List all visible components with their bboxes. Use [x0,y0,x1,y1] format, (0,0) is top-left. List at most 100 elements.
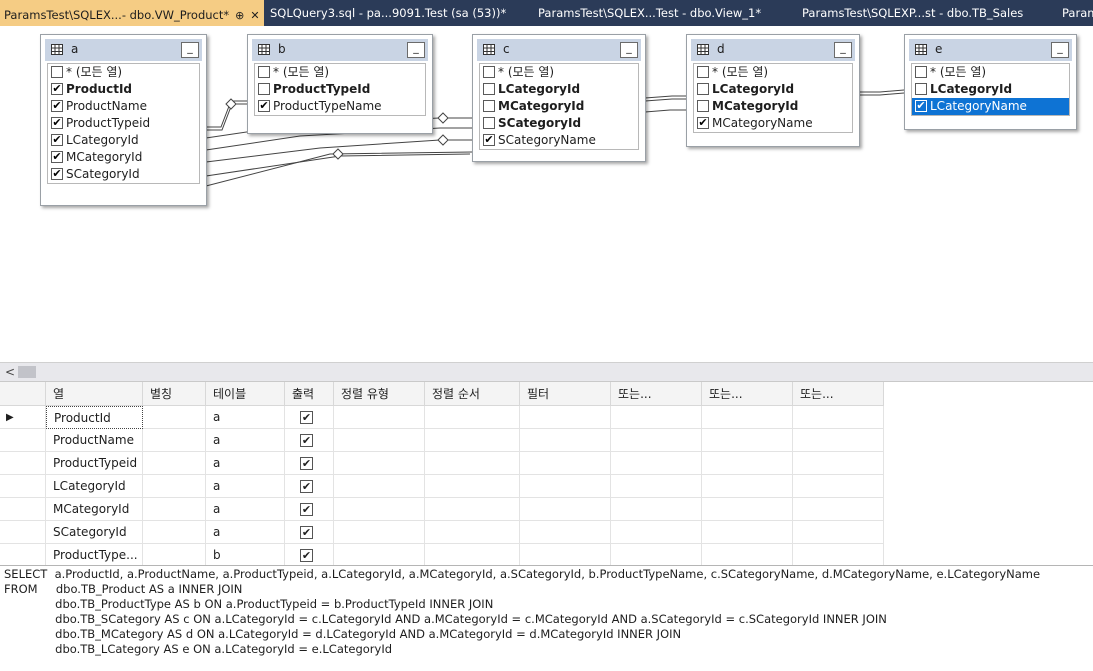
table-box-b[interactable]: b _ * (모든 열) ProductTypeId ✔ ProductTypeNam… [247,34,433,134]
column-item[interactable]: LCategoryId [480,81,638,98]
minimize-button[interactable]: _ [620,42,638,58]
grid-cell-empty[interactable] [611,406,702,429]
column-checkbox[interactable] [258,83,270,95]
grid-cell-column[interactable]: SCategoryId [46,521,143,544]
column-item[interactable]: * (모든 열) [480,64,638,81]
document-tab[interactable]: Param [1058,0,1093,26]
grid-column-header[interactable]: 정렬 유형 [334,382,425,406]
grid-column-header[interactable]: 필터 [520,382,611,406]
grid-cell-empty[interactable] [520,452,611,475]
table-header[interactable]: c _ [477,39,641,61]
output-checkbox[interactable]: ✔ [300,457,313,470]
minimize-button[interactable]: _ [407,42,425,58]
grid-cell-table[interactable]: a [206,452,285,475]
grid-column-header[interactable]: 테이블 [206,382,285,406]
grid-row[interactable]: ProductType... b ✔ [0,544,884,566]
grid-row[interactable]: ProductTypeid a ✔ [0,452,884,475]
grid-cell-alias[interactable] [143,498,206,521]
grid-row[interactable]: ProductName a ✔ [0,429,884,452]
table-header[interactable]: b _ [252,39,428,61]
grid-cell-alias[interactable] [143,406,206,429]
grid-cell-output[interactable]: ✔ [285,452,334,475]
column-checkbox[interactable]: ✔ [51,151,63,163]
grid-cell-empty[interactable] [793,475,884,498]
grid-cell-empty[interactable] [793,406,884,429]
grid-cell-column[interactable]: ProductTypeid [46,452,143,475]
column-item[interactable]: MCategoryId [694,98,852,115]
grid-cell-empty[interactable] [611,521,702,544]
grid-cell-empty[interactable] [611,544,702,566]
grid-cell-empty[interactable] [793,521,884,544]
column-item[interactable]: * (모든 열) [694,64,852,81]
grid-cell-empty[interactable] [520,406,611,429]
grid-cell-alias[interactable] [143,429,206,452]
output-checkbox[interactable]: ✔ [300,411,313,424]
column-checkbox[interactable]: ✔ [51,168,63,180]
document-tab[interactable]: ParamsTest\SQLEX...Test - dbo.View_1* [534,0,794,26]
output-checkbox[interactable]: ✔ [300,480,313,493]
pin-icon[interactable]: ⊕ [235,9,244,22]
grid-cell-table[interactable]: a [206,429,285,452]
grid-cell-empty[interactable] [425,406,520,429]
close-icon[interactable]: ✕ [250,9,259,22]
column-checkbox[interactable] [697,100,709,112]
document-tab[interactable]: SQLQuery3.sql - pa...9091.Test (sa (53))… [266,0,528,26]
grid-cell-table[interactable]: a [206,406,285,429]
column-item[interactable]: LCategoryId [694,81,852,98]
grid-cell-empty[interactable] [334,475,425,498]
column-item[interactable]: ✔ ProductName [48,98,199,115]
table-header[interactable]: a _ [45,39,202,61]
column-checkbox[interactable] [258,66,270,78]
column-item[interactable]: LCategoryId [912,81,1069,98]
grid-cell-empty[interactable] [611,429,702,452]
grid-cell-empty[interactable] [520,521,611,544]
column-checkbox[interactable] [483,83,495,95]
grid-cell-alias[interactable] [143,452,206,475]
grid-cell-output[interactable]: ✔ [285,406,334,429]
grid-column-header[interactable]: 별칭 [143,382,206,406]
row-header[interactable] [0,544,46,566]
grid-cell-empty[interactable] [425,521,520,544]
grid-cell-empty[interactable] [334,406,425,429]
column-item[interactable]: * (모든 열) [255,64,425,81]
column-checkbox[interactable] [483,117,495,129]
grid-row[interactable]: SCategoryId a ✔ [0,521,884,544]
grid-column-header[interactable]: 정렬 순서 [425,382,520,406]
column-item[interactable]: ✔ SCategoryId [48,166,199,183]
grid-cell-empty[interactable] [334,521,425,544]
table-header[interactable]: d _ [691,39,855,61]
grid-cell-empty[interactable] [793,452,884,475]
row-header[interactable] [0,521,46,544]
column-checkbox[interactable] [483,100,495,112]
grid-column-header[interactable]: 출력 [285,382,334,406]
table-box-d[interactable]: d _ * (모든 열) LCategoryId MCategoryId ✔ MCate… [686,34,860,147]
grid-cell-empty[interactable] [425,475,520,498]
table-box-a[interactable]: a _ * (모든 열) ✔ ProductId ✔ ProductName ✔ Produ… [40,34,207,206]
column-item[interactable]: * (모든 열) [48,64,199,81]
grid-cell-table[interactable]: a [206,475,285,498]
grid-cell-alias[interactable] [143,521,206,544]
column-item[interactable]: ✔ LCategoryName [912,98,1069,115]
scroll-left-arrow-icon[interactable]: < [5,365,15,379]
column-checkbox[interactable] [483,66,495,78]
grid-cell-empty[interactable] [611,498,702,521]
column-item[interactable]: SCategoryId [480,115,638,132]
output-checkbox[interactable]: ✔ [300,526,313,539]
grid-cell-empty[interactable] [334,429,425,452]
column-item[interactable]: ✔ LCategoryId [48,132,199,149]
grid-cell-empty[interactable] [702,544,793,566]
grid-cell-empty[interactable] [793,544,884,566]
grid-cell-empty[interactable] [425,498,520,521]
grid-cell-output[interactable]: ✔ [285,544,334,566]
grid-row[interactable]: MCategoryId a ✔ [0,498,884,521]
column-item[interactable]: ✔ MCategoryId [48,149,199,166]
grid-cell-empty[interactable] [702,521,793,544]
minimize-button[interactable]: _ [1051,42,1069,58]
grid-cell-empty[interactable] [702,452,793,475]
column-checkbox[interactable] [697,83,709,95]
output-checkbox[interactable]: ✔ [300,503,313,516]
row-header[interactable] [0,498,46,521]
document-tab[interactable]: ParamsTest\SQLEX...- dbo.VW_Product* ⊕ ✕ [0,0,264,26]
column-checkbox[interactable]: ✔ [51,83,63,95]
grid-cell-table[interactable]: a [206,521,285,544]
